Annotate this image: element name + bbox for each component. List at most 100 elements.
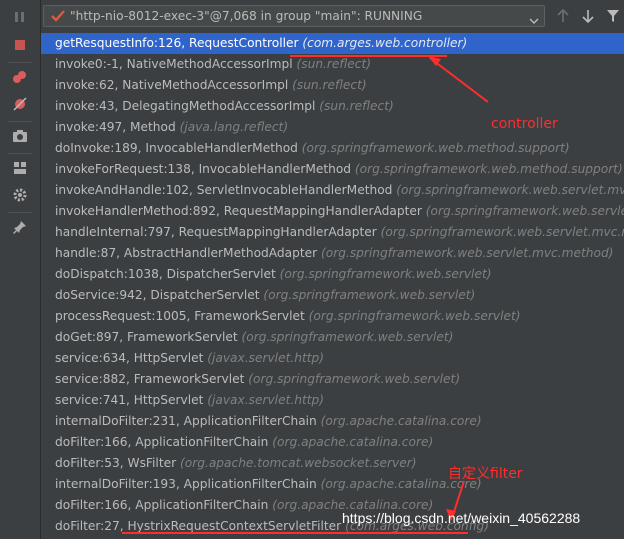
frame-package: (org.springframework.web.servlet.m <box>425 204 624 218</box>
frame-row[interactable]: doFilter:166, ApplicationFilterChain (or… <box>41 432 624 453</box>
frame-row[interactable]: handle:87, AbstractHandlerMethodAdapter … <box>41 243 624 264</box>
frame-package: (org.springframework.web.servlet) <box>279 267 492 281</box>
frame-row-content: invoke:62, NativeMethodAccessorImpl (sun… <box>55 75 367 96</box>
frame-method: doFilter:166, ApplicationFilterChain <box>55 435 269 449</box>
frame-package: (org.springframework.web.servlet) <box>308 309 521 323</box>
frame-method: invokeAndHandle:102, ServletInvocableHan… <box>55 183 393 197</box>
frame-row[interactable]: invokeAndHandle:102, ServletInvocableHan… <box>41 180 624 201</box>
toolbar-divider <box>8 153 32 154</box>
frame-package: (org.springframework.web.servlet.mvc.met… <box>320 246 614 260</box>
frame-method: doService:942, DispatcherServlet <box>55 288 260 302</box>
frame-method: invokeHandlerMethod:892, RequestMappingH… <box>55 204 422 218</box>
frame-package: (sun.reflect) <box>319 99 394 113</box>
frame-method: handle:87, AbstractHandlerMethodAdapter <box>55 246 318 260</box>
frame-package: (sun.reflect) <box>292 78 367 92</box>
frame-row-content: invokeHandlerMethod:892, RequestMappingH… <box>55 201 624 222</box>
stop-icon[interactable] <box>12 37 28 53</box>
frame-package: (org.springframework.web.method.support) <box>354 162 623 176</box>
camera-icon[interactable] <box>12 128 28 144</box>
frame-package: (java.lang.reflect) <box>179 120 289 134</box>
frame-row-content: service:741, HttpServlet (javax.servlet.… <box>55 390 324 411</box>
frame-row[interactable]: getResquestInfo:126, RequestController (… <box>41 33 624 54</box>
frame-row-content: handle:87, AbstractHandlerMethodAdapter … <box>55 243 613 264</box>
layout-icon[interactable] <box>12 160 28 176</box>
frame-package: (org.springframework.web.servlet) <box>263 288 476 302</box>
debugger-toolbar <box>0 0 41 539</box>
frame-method: service:634, HttpServlet <box>55 351 204 365</box>
frame-package: (org.springframework.web.servlet.mvc.met… <box>396 183 624 197</box>
frame-row-content: invokeAndHandle:102, ServletInvocableHan… <box>55 180 624 201</box>
frame-row[interactable]: doService:942, DispatcherServlet (org.sp… <box>41 285 624 306</box>
watermark: https://blog.csdn.net/weixin_40562288 <box>342 510 581 526</box>
frame-row[interactable]: internalDoFilter:231, ApplicationFilterC… <box>41 411 624 432</box>
frame-package: (javax.servlet.http) <box>207 351 324 365</box>
frame-package: (org.springframework.web.servlet) <box>241 330 454 344</box>
frame-row-content: getResquestInfo:126, RequestController (… <box>55 33 467 54</box>
frame-row[interactable]: invokeForRequest:138, InvocableHandlerMe… <box>41 159 624 180</box>
frame-row-content: doFilter:53, WsFilter (org.apache.tomcat… <box>55 453 416 474</box>
frame-row[interactable]: service:741, HttpServlet (javax.servlet.… <box>41 390 624 411</box>
frame-row-content: invoke:497, Method (java.lang.reflect) <box>55 117 288 138</box>
thread-check-icon <box>51 8 65 24</box>
frame-row[interactable]: service:634, HttpServlet (javax.servlet.… <box>41 348 624 369</box>
frame-row[interactable]: internalDoFilter:193, ApplicationFilterC… <box>41 474 624 495</box>
frame-package: (org.springframework.web.method.support) <box>301 141 570 155</box>
frame-row[interactable]: invoke:62, NativeMethodAccessorImpl (sun… <box>41 75 624 96</box>
frame-row-content: invoke:43, DelegatingMethodAccessorImpl … <box>55 96 394 117</box>
frame-row-content: service:634, HttpServlet (javax.servlet.… <box>55 348 324 369</box>
frame-method: internalDoFilter:193, ApplicationFilterC… <box>55 477 317 491</box>
frame-row-content: doDispatch:1038, DispatcherServlet (org.… <box>55 264 491 285</box>
frame-row[interactable]: doDispatch:1038, DispatcherServlet (org.… <box>41 264 624 285</box>
view-breakpoints-icon[interactable] <box>12 69 28 85</box>
frame-row-content: doGet:897, FrameworkServlet (org.springf… <box>55 327 453 348</box>
frame-method: invoke0:-1, NativeMethodAccessorImpl <box>55 57 293 71</box>
frame-method: invoke:43, DelegatingMethodAccessorImpl <box>55 99 316 113</box>
frame-method: invoke:497, Method <box>55 120 176 134</box>
frame-method: invokeForRequest:138, InvocableHandlerMe… <box>55 162 352 176</box>
mute-breakpoints-icon[interactable] <box>12 96 28 112</box>
frame-row[interactable]: invoke0:-1, NativeMethodAccessorImpl (su… <box>41 54 624 75</box>
frame-row-content: doFilter:166, ApplicationFilterChain (or… <box>55 432 433 453</box>
frame-method: processRequest:1005, FrameworkServlet <box>55 309 305 323</box>
frame-package: (com.arges.web.controller) <box>302 36 468 50</box>
frame-method: doDispatch:1038, DispatcherServlet <box>55 267 276 281</box>
frame-package: (org.apache.tomcat.websocket.server) <box>179 456 417 470</box>
filter-icon[interactable] <box>604 7 622 25</box>
frame-method: doInvoke:189, InvocableHandlerMethod <box>55 141 298 155</box>
frame-package: (javax.servlet.http) <box>207 393 324 407</box>
frame-row-content: invoke0:-1, NativeMethodAccessorImpl (su… <box>55 54 371 75</box>
frame-row[interactable]: processRequest:1005, FrameworkServlet (o… <box>41 306 624 327</box>
settings-icon[interactable] <box>12 187 28 203</box>
frame-package: (org.springframework.web.servlet) <box>248 372 461 386</box>
frame-method: doFilter:27, HystrixRequestContextServle… <box>55 519 342 533</box>
frame-row[interactable]: handleInternal:797, RequestMappingHandle… <box>41 222 624 243</box>
frame-row-content: doService:942, DispatcherServlet (org.sp… <box>55 285 475 306</box>
frame-method: invoke:62, NativeMethodAccessorImpl <box>55 78 289 92</box>
frame-method: getResquestInfo:126, RequestController <box>55 36 299 50</box>
frame-row-content: processRequest:1005, FrameworkServlet (o… <box>55 306 521 327</box>
frames-list: getResquestInfo:126, RequestController (… <box>41 33 624 539</box>
pause-icon[interactable] <box>12 9 28 25</box>
frame-row-content: internalDoFilter:231, ApplicationFilterC… <box>55 411 482 432</box>
up-arrow-icon[interactable] <box>554 7 572 25</box>
frame-row[interactable]: doGet:897, FrameworkServlet (org.springf… <box>41 327 624 348</box>
frame-row[interactable]: service:882, FrameworkServlet (org.sprin… <box>41 369 624 390</box>
frame-row-content: doInvoke:189, InvocableHandlerMethod (or… <box>55 138 570 159</box>
frame-method: handleInternal:797, RequestMappingHandle… <box>55 225 377 239</box>
frame-row-content: service:882, FrameworkServlet (org.sprin… <box>55 369 460 390</box>
filter-annotation: 自定义filter <box>448 466 523 482</box>
dropdown-caret-icon[interactable] <box>529 11 539 24</box>
down-arrow-icon[interactable] <box>579 7 597 25</box>
frame-row[interactable]: invokeHandlerMethod:892, RequestMappingH… <box>41 201 624 222</box>
toolbar-divider <box>8 62 32 63</box>
frame-method: doGet:897, FrameworkServlet <box>55 330 238 344</box>
frame-row[interactable]: invoke:43, DelegatingMethodAccessorImpl … <box>41 96 624 117</box>
frame-package: (org.apache.catalina.core) <box>272 435 434 449</box>
frame-row[interactable]: doInvoke:189, InvocableHandlerMethod (or… <box>41 138 624 159</box>
toolbar-divider <box>8 212 32 213</box>
thread-selector[interactable]: "http-nio-8012-exec-3"@7,068 in group "m… <box>43 5 545 27</box>
pin-icon[interactable] <box>12 219 28 235</box>
frame-package: (sun.reflect) <box>296 57 372 71</box>
frame-method: doFilter:53, WsFilter <box>55 456 177 470</box>
frame-row[interactable]: doFilter:53, WsFilter (org.apache.tomcat… <box>41 453 624 474</box>
